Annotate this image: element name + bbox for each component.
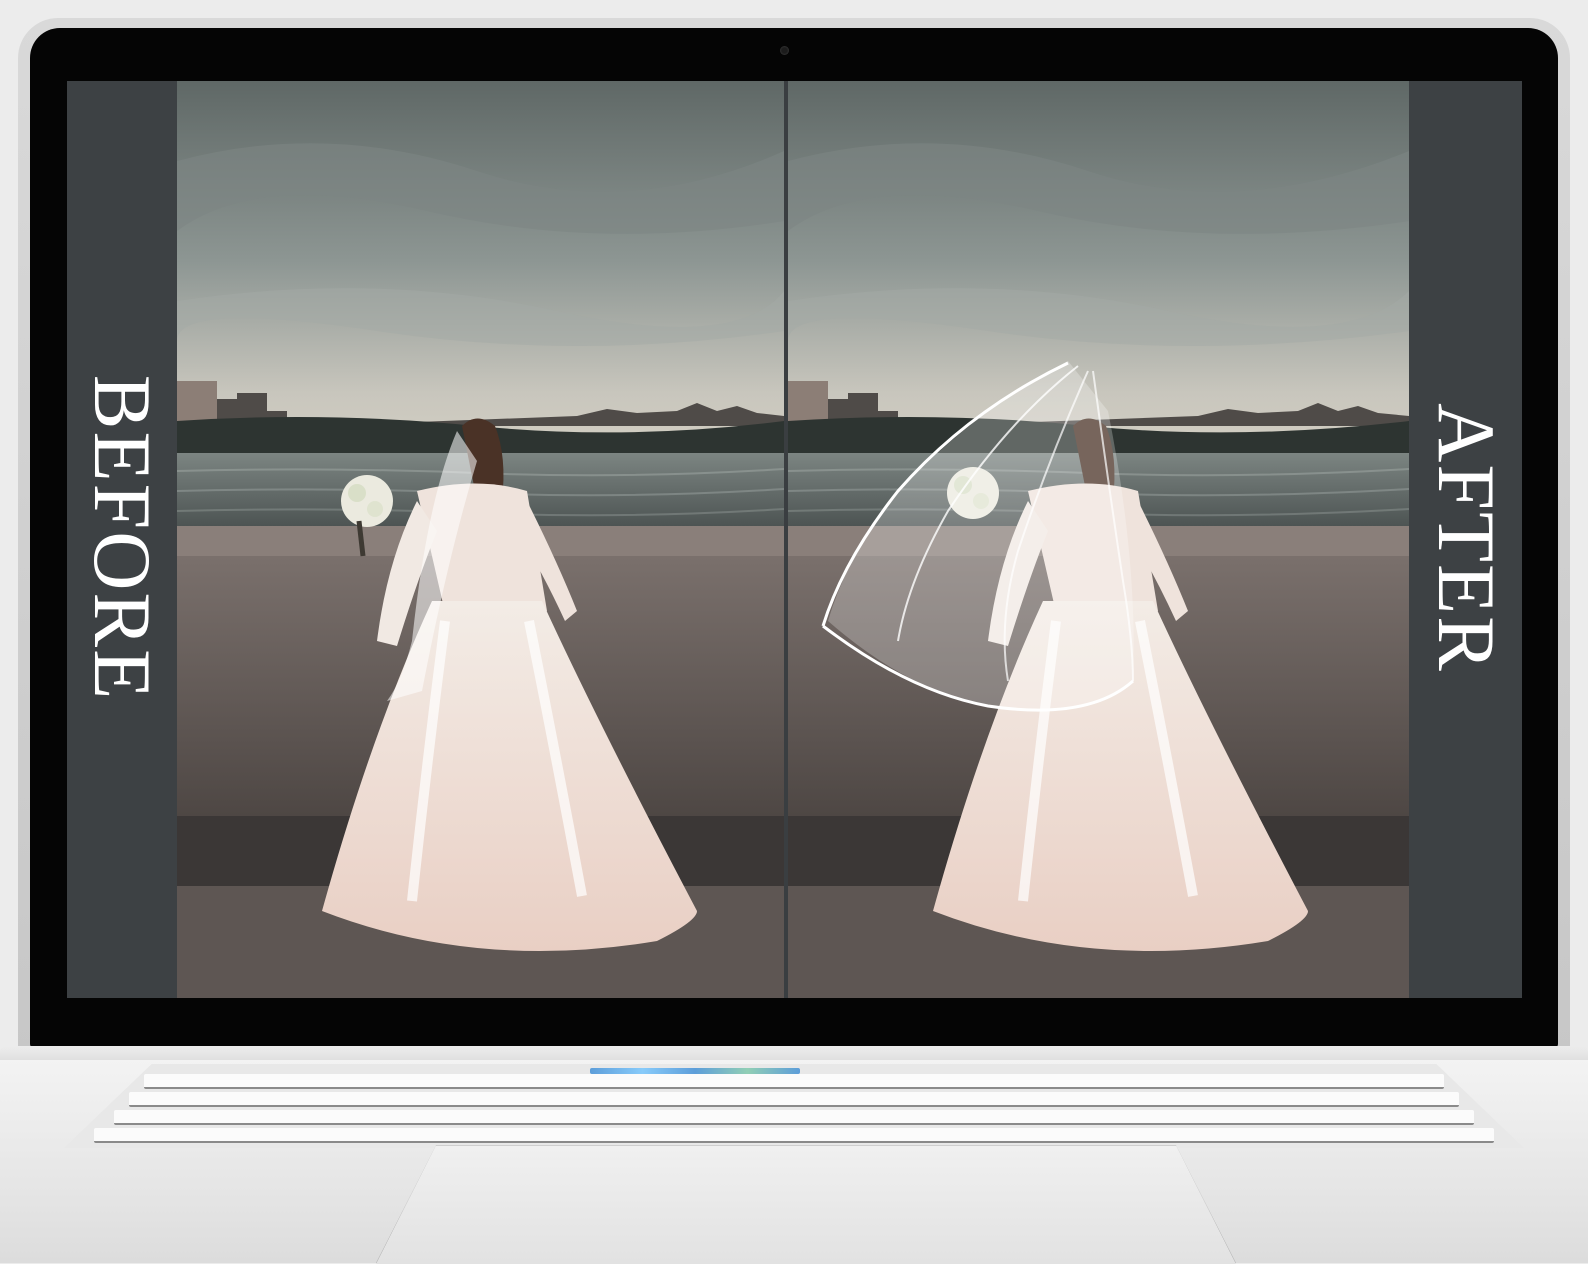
key [94, 1128, 1494, 1143]
screen: BEFORE AFTER [67, 81, 1522, 998]
camera-icon [780, 46, 789, 55]
before-panel: BEFORE [67, 81, 177, 998]
trackpad [376, 1145, 1236, 1264]
key [114, 1110, 1474, 1125]
key [144, 1074, 1444, 1089]
after-label: AFTER [1421, 403, 1512, 673]
after-panel: AFTER [1409, 81, 1522, 998]
keyboard [64, 1064, 1524, 1148]
before-label: BEFORE [77, 374, 168, 702]
key-row [64, 1110, 1524, 1125]
touch-bar [590, 1068, 800, 1074]
after-photo [788, 81, 1409, 998]
before-photo [177, 81, 784, 998]
key-row [64, 1074, 1524, 1089]
key-row [64, 1092, 1524, 1107]
laptop-mockup: BEFORE AFTER [0, 0, 1588, 1264]
key-row [64, 1128, 1524, 1143]
key [129, 1092, 1459, 1107]
